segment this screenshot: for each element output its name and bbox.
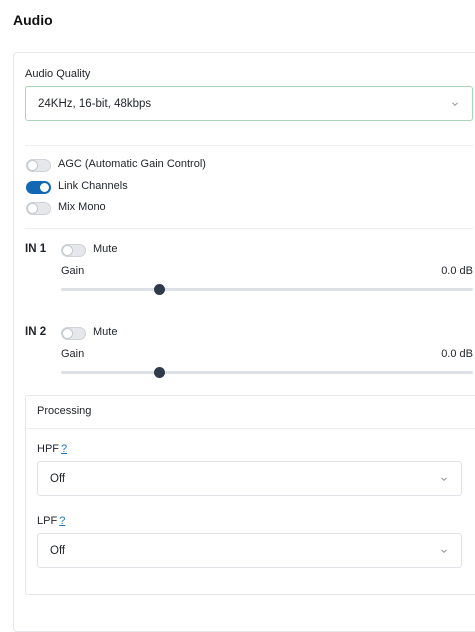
page-title: Audio [13,12,53,28]
chevron-down-icon [441,476,447,481]
divider [25,145,473,146]
input-1-gain-slider[interactable] [61,288,473,291]
processing-title: Processing [37,405,92,417]
audio-quality-select[interactable]: 24KHz, 16-bit, 48kbps [25,86,473,121]
toggle-knob [63,246,72,255]
lpf-label-row: LPF? [37,515,65,527]
input-2-gain-slider[interactable] [61,371,473,374]
lpf-value: Off [50,544,66,557]
divider [26,428,475,429]
mix-mono-toggle-row: Mix Mono [26,200,326,216]
input-2-mute-row: Mute [61,325,181,341]
hpf-select[interactable]: Off [37,461,462,496]
input-2-gain-value: 0.0 dB [441,348,473,360]
divider [25,228,473,229]
toggle-knob [63,329,72,338]
input-2-mute-label: Mute [93,326,118,338]
hpf-help-link[interactable]: ? [61,443,67,455]
toggle-knob [28,204,37,213]
hpf-label-row: HPF? [37,443,67,455]
lpf-help-link[interactable]: ? [59,515,65,527]
link-channels-toggle-row: Link Channels [26,179,326,195]
input-1-gain-label: Gain [61,265,85,277]
input-2-gain-label: Gain [61,348,85,360]
link-channels-toggle[interactable] [26,181,51,194]
input-1-mute-label: Mute [93,243,118,255]
input-1-label: IN 1 [25,243,47,255]
input-1-mute-toggle[interactable] [61,244,86,257]
hpf-label: HPF [37,443,59,455]
lpf-select[interactable]: Off [37,533,462,568]
mix-mono-label: Mix Mono [58,201,106,213]
chevron-down-icon [452,101,458,106]
agc-toggle[interactable] [26,159,51,172]
input-1-gain-value: 0.0 dB [441,265,473,277]
input-2-mute-toggle[interactable] [61,327,86,340]
toggle-knob [40,183,49,192]
agc-toggle-row: AGC (Automatic Gain Control) [26,157,326,173]
audio-quality-label: Audio Quality [25,68,91,80]
hpf-value: Off [50,472,66,485]
toggle-knob [28,161,37,170]
agc-label: AGC (Automatic Gain Control) [58,158,206,170]
audio-quality-value: 24KHz, 16-bit, 48kbps [38,97,152,110]
lpf-label: LPF [37,515,58,527]
link-channels-label: Link Channels [58,180,128,192]
input-1-mute-row: Mute [61,242,181,258]
mix-mono-toggle[interactable] [26,202,51,215]
chevron-down-icon [441,548,447,553]
input-2-label: IN 2 [25,326,47,338]
